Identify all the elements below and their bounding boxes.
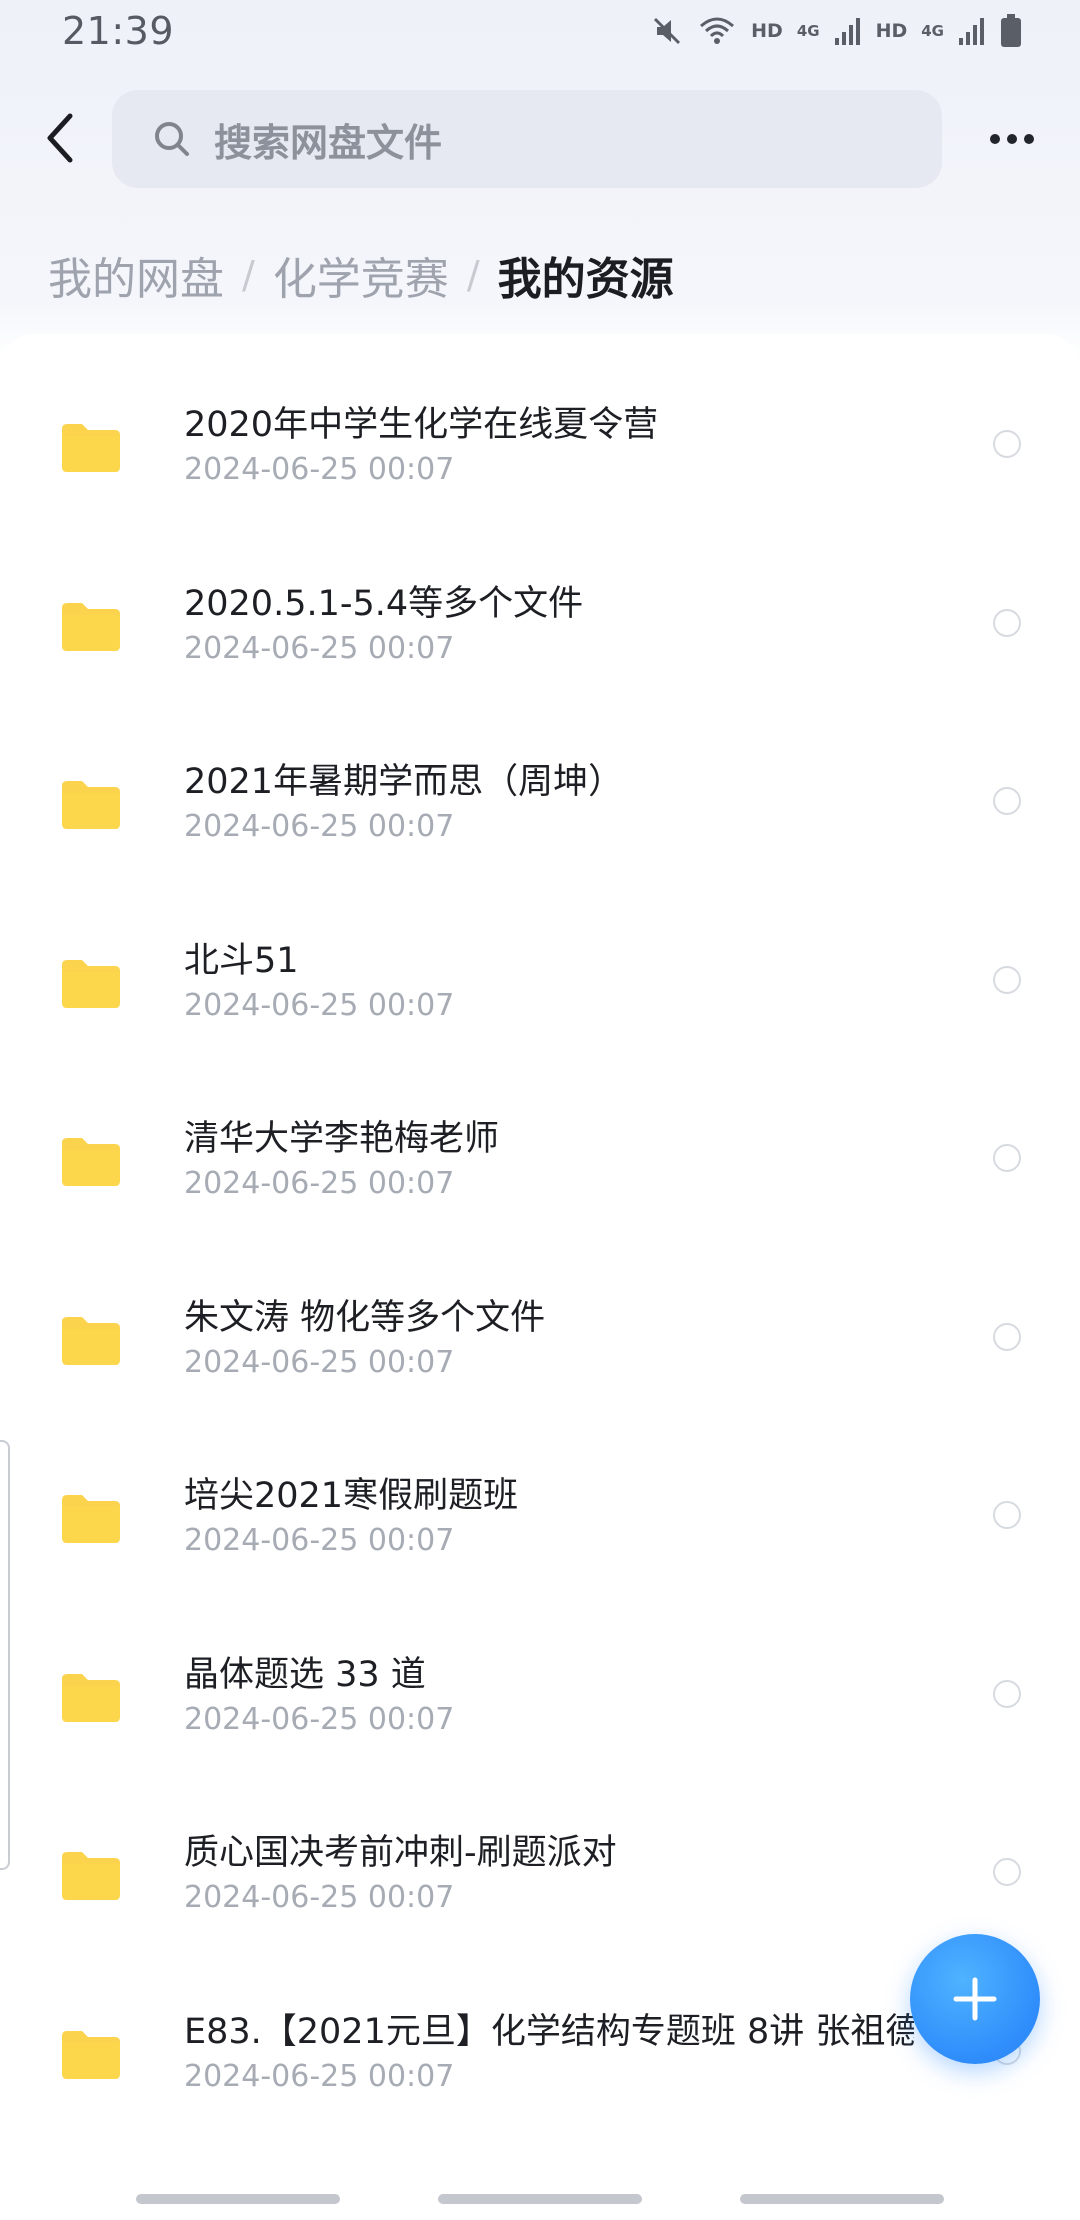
more-dot-icon bbox=[990, 134, 1000, 144]
status-icons: HD 4G HD 4G bbox=[651, 14, 1022, 48]
search-icon bbox=[155, 122, 189, 156]
more-dot-icon bbox=[1024, 134, 1034, 144]
file-list-item[interactable]: 2021年暑期学而思（周坤） 2024-06-25 00:07 bbox=[0, 709, 1080, 888]
top-bar: 搜索网盘文件 bbox=[0, 90, 1080, 188]
file-list-panel: 2020年中学生化学在线夏令营 2024-06-25 00:07 2020.5.… bbox=[0, 334, 1080, 2220]
network-label: 4G bbox=[796, 21, 820, 40]
file-date: 2024-06-25 00:07 bbox=[184, 452, 455, 487]
folder-icon bbox=[62, 424, 120, 472]
plus-icon bbox=[953, 1977, 997, 2021]
select-checkbox[interactable] bbox=[993, 787, 1021, 815]
gesture-nav-bar bbox=[0, 2194, 1080, 2206]
file-list-item[interactable]: 质心国决考前冲刺-刷题派对 2024-06-25 00:07 bbox=[0, 1780, 1080, 1959]
file-name: 清华大学李艳梅老师 bbox=[184, 1119, 500, 1159]
hd-label: HD bbox=[751, 20, 783, 42]
back-button[interactable] bbox=[32, 110, 88, 166]
folder-icon bbox=[62, 2030, 120, 2079]
file-date: 2024-06-25 00:07 bbox=[184, 987, 455, 1023]
folder-icon bbox=[62, 1316, 120, 1365]
file-name: E83.【2021元旦】化学结构专题班 8讲 张祖德 bbox=[184, 2011, 914, 2052]
file-date: 2024-06-25 00:07 bbox=[184, 630, 455, 666]
select-checkbox[interactable] bbox=[993, 1501, 1021, 1529]
breadcrumb: 我的网盘 / 化学竞赛 / 我的资源 bbox=[48, 240, 674, 310]
file-list-item[interactable]: 清华大学李艳梅老师 2024-06-25 00:07 bbox=[0, 1066, 1080, 1245]
folder-icon bbox=[62, 1138, 120, 1186]
file-date: 2024-06-25 00:07 bbox=[184, 1523, 455, 1558]
more-options-button[interactable] bbox=[982, 114, 1042, 164]
file-date: 2024-06-25 00:07 bbox=[184, 809, 455, 844]
signal-icon-2 bbox=[959, 18, 984, 45]
file-date: 2024-06-25 00:07 bbox=[184, 1166, 455, 1201]
mute-icon bbox=[654, 17, 681, 45]
select-checkbox[interactable] bbox=[993, 608, 1021, 637]
folder-icon bbox=[62, 1495, 120, 1543]
file-name: 朱文涛 物化等多个文件 bbox=[184, 1297, 546, 1338]
hd-label-2: HD bbox=[875, 20, 908, 42]
breadcrumb-separator: / bbox=[242, 253, 255, 297]
file-date: 2024-06-25 00:07 bbox=[184, 1880, 455, 1915]
file-date: 2024-06-25 00:07 bbox=[184, 1344, 455, 1380]
add-button[interactable] bbox=[910, 1934, 1040, 2064]
file-list-item[interactable]: 2020.5.1-5.4等多个文件 2024-06-25 00:07 bbox=[0, 531, 1080, 710]
signal-icon bbox=[834, 18, 860, 45]
folder-icon bbox=[62, 781, 120, 829]
file-name: 2020.5.1-5.4等多个文件 bbox=[184, 583, 584, 624]
file-list-item[interactable]: 北斗51 2024-06-25 00:07 bbox=[0, 888, 1080, 1067]
breadcrumb-item-root[interactable]: 我的网盘 bbox=[48, 243, 224, 307]
select-checkbox[interactable] bbox=[993, 965, 1021, 994]
file-list-item[interactable]: 晶体题选 33 道 2024-06-25 00:07 bbox=[0, 1602, 1080, 1781]
nav-back-bar[interactable] bbox=[740, 2194, 944, 2204]
file-list-item[interactable]: 培尖2021寒假刷题班 2024-06-25 00:07 bbox=[0, 1423, 1080, 1602]
select-checkbox[interactable] bbox=[993, 1322, 1021, 1351]
battery-icon bbox=[1001, 14, 1021, 47]
back-arrow-icon bbox=[47, 113, 73, 163]
search-input[interactable]: 搜索网盘文件 bbox=[112, 90, 942, 188]
file-list-item[interactable]: 2020年中学生化学在线夏令营 2024-06-25 00:07 bbox=[0, 352, 1080, 531]
search-placeholder: 搜索网盘文件 bbox=[214, 120, 443, 165]
breadcrumb-item-parent[interactable]: 化学竞赛 bbox=[273, 243, 449, 307]
file-date: 2024-06-25 00:07 bbox=[184, 1701, 455, 1737]
select-checkbox[interactable] bbox=[993, 1144, 1021, 1172]
file-list-item[interactable]: 朱文涛 物化等多个文件 2024-06-25 00:07 bbox=[0, 1245, 1080, 1424]
file-name: 质心国决考前冲刺-刷题派对 bbox=[184, 1833, 617, 1873]
folder-icon bbox=[62, 1852, 120, 1900]
nav-home-bar[interactable] bbox=[438, 2194, 642, 2204]
status-bar: 21:39 HD 4G HD 4G bbox=[0, 0, 1080, 62]
breadcrumb-separator: / bbox=[466, 253, 480, 297]
wifi-icon bbox=[700, 17, 735, 44]
folder-icon bbox=[62, 959, 120, 1008]
breadcrumb-item-current: 我的资源 bbox=[497, 254, 674, 305]
more-dot-icon bbox=[1007, 134, 1017, 144]
file-name: 晶体题选 33 道 bbox=[184, 1654, 426, 1695]
file-name: 培尖2021寒假刷题班 bbox=[184, 1476, 519, 1516]
nav-recents-bar[interactable] bbox=[136, 2194, 340, 2204]
edge-panel-handle[interactable] bbox=[0, 1440, 10, 1870]
select-checkbox[interactable] bbox=[993, 1858, 1021, 1886]
file-name: 2021年暑期学而思（周坤） bbox=[184, 762, 624, 802]
file-list: 2020年中学生化学在线夏令营 2024-06-25 00:07 2020.5.… bbox=[0, 352, 1080, 2137]
select-checkbox[interactable] bbox=[993, 430, 1021, 458]
select-checkbox[interactable] bbox=[993, 1679, 1021, 1708]
file-name: 北斗51 bbox=[184, 940, 299, 981]
folder-icon bbox=[62, 1673, 120, 1722]
network-label-2: 4G bbox=[921, 21, 944, 40]
status-time: 21:39 bbox=[62, 9, 175, 53]
file-date: 2024-06-25 00:07 bbox=[184, 2058, 455, 2094]
file-name: 2020年中学生化学在线夏令营 bbox=[184, 405, 659, 445]
folder-icon bbox=[62, 602, 120, 651]
